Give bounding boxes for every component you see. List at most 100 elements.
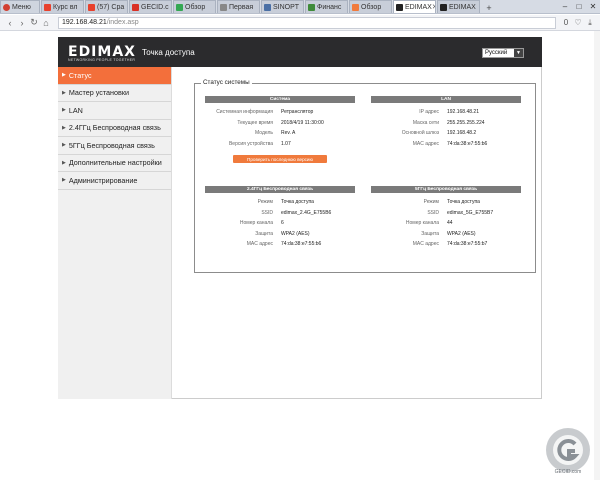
tab-label: Меню <box>12 3 31 11</box>
sidebar-item-label: 5ГГц Беспроводная связь <box>68 140 155 150</box>
row-value: 192.168.48.2 <box>447 130 477 136</box>
bullet-icon: ▶ <box>62 142 66 149</box>
language-value: Русский <box>485 50 508 56</box>
row-label: Номер канала <box>239 220 273 226</box>
tab-label: (57) Сра <box>97 3 125 11</box>
row-value: 1.07 <box>281 140 291 147</box>
tab-close-icon[interactable]: ✕ <box>432 3 435 11</box>
sidebar-item-advanced[interactable]: ▶ Дополнительные настройки <box>58 155 171 172</box>
minimize-icon[interactable]: – <box>558 0 572 12</box>
bullet-icon: ▶ <box>62 159 66 166</box>
row-label: IP адрес <box>419 109 439 115</box>
tab-favicon-icon <box>352 3 359 11</box>
bullet-icon: ▶ <box>62 124 66 131</box>
info-row: SSID edimax_2.4G_E755B6 <box>205 208 355 219</box>
browser-menu-tab[interactable]: Меню <box>0 0 40 13</box>
info-row: Версия устройства 1.07 <box>205 139 355 150</box>
tab-label: EDIMAX <box>405 3 432 11</box>
system-status-legend: Статус системы <box>201 79 252 86</box>
page-title: Точка доступа <box>142 48 195 57</box>
info-row: IP адрес 192.168.48.21 <box>371 107 521 118</box>
browser-tab[interactable]: Курс вл <box>41 0 84 13</box>
sidebar-item-lan[interactable]: ▶ LAN <box>58 102 171 120</box>
browser-tab[interactable]: Обзор <box>349 0 392 13</box>
row-label: SSID <box>427 209 439 216</box>
bullet-icon: ▶ <box>62 107 66 114</box>
row-label: Защита <box>255 230 273 237</box>
system-panel: Система Системная информация Ретранслято… <box>205 96 355 163</box>
row-value: edimax_2.4G_E755B6 <box>281 209 332 216</box>
row-value: 255.255.255.224 <box>447 119 485 126</box>
window-controls: – □ ✕ <box>558 0 600 12</box>
row-value: 6 <box>281 220 284 226</box>
info-row: Номер канала 6 <box>205 218 355 229</box>
maximize-icon[interactable]: □ <box>572 0 586 12</box>
url-input[interactable]: 192.168.48.21/index.asp <box>58 16 556 29</box>
sidebar-item-label: 2.4ГГц Беспроводная связь <box>68 123 161 133</box>
wireless-5-panel: 5ГГц Беспроводная связь Режим Точка дост… <box>371 186 521 250</box>
youtube-icon <box>132 3 139 11</box>
browser-tab[interactable]: SINOPT <box>261 0 304 13</box>
forward-icon[interactable]: › <box>16 18 28 28</box>
row-label: Системная информация <box>216 109 273 115</box>
tab-label: Первая <box>229 3 254 11</box>
browser-tab[interactable]: Первая <box>217 0 260 13</box>
download-icon[interactable]: ⤓ <box>584 18 596 28</box>
check-firmware-button[interactable]: Проверить последнюю версию <box>233 155 327 163</box>
tab-label: Курс вл <box>53 3 78 11</box>
info-row: Режим Точка доступа <box>205 197 355 208</box>
row-value: Ретранслятор <box>281 109 314 115</box>
browser-tab[interactable]: Обзор <box>173 0 216 13</box>
row-value: 2018/4/19 11:30:00 <box>281 119 324 126</box>
row-label: Маска сети <box>412 119 439 126</box>
back-icon[interactable]: ‹ <box>4 18 16 28</box>
lan-panel: LAN IP адрес 192.168.48.21 Маска сети 25… <box>371 96 521 149</box>
browser-tab[interactable]: EDIMAX <box>437 0 480 13</box>
sidebar-item-label: LAN <box>68 105 83 115</box>
logo-tagline: NETWORKING PEOPLE TOGETHER <box>68 58 136 62</box>
browser-tab[interactable]: (57) Сра <box>85 0 128 13</box>
browser-tab-active[interactable]: EDIMAX ✕ <box>393 0 436 13</box>
page-scrollbar[interactable] <box>594 31 600 480</box>
system-panel-header: Система <box>205 96 355 103</box>
address-bar: ‹ › ↻ ⌂ 192.168.48.21/index.asp 0 ♡ ⤓ <box>0 15 600 31</box>
sidebar-item-label: Статус <box>68 70 92 80</box>
row-label: SSID <box>261 209 273 216</box>
language-select[interactable]: Русский ▼ <box>482 48 524 58</box>
info-row: MAC адрес 74:da:38:e7:55:b7 <box>371 239 521 250</box>
tab-favicon-icon <box>88 3 95 11</box>
home-icon[interactable]: ⌂ <box>40 18 52 28</box>
sidebar-item-status[interactable]: ▶ Статус <box>58 67 171 85</box>
new-tab-button[interactable]: + <box>482 2 496 13</box>
heart-icon[interactable]: ♡ <box>572 18 584 27</box>
info-row: Основной шлюз 192.168.48.2 <box>371 128 521 139</box>
sidebar-item-wireless-24[interactable]: ▶ 2.4ГГц Беспроводная связь <box>58 120 171 137</box>
wireless-24-panel: 2.4ГГц Беспроводная связь Режим Точка до… <box>205 186 355 250</box>
tab-label: Финанс <box>317 3 342 11</box>
browser-tab[interactable]: Финанс <box>305 0 348 13</box>
edimax-favicon-icon <box>440 3 447 11</box>
info-row: SSID edimax_5G_E755B7 <box>371 208 521 219</box>
tab-label: GECID.c <box>141 3 169 11</box>
reload-icon[interactable]: ↻ <box>28 17 40 28</box>
info-row: MAC адрес 74:da:38:e7:55:b6 <box>205 239 355 250</box>
sidebar-item-wireless-5[interactable]: ▶ 5ГГц Беспроводная связь <box>58 137 171 155</box>
close-icon[interactable]: ✕ <box>586 0 600 12</box>
bullet-icon: ▶ <box>62 177 66 184</box>
browser-tab[interactable]: GECID.c <box>129 0 172 13</box>
wireless-5-panel-header: 5ГГц Беспроводная связь <box>371 186 521 193</box>
info-row: Маска сети 255.255.255.224 <box>371 118 521 129</box>
tab-favicon-icon <box>176 3 183 11</box>
sidebar-item-label: Администрирование <box>68 175 138 185</box>
row-value: WPA2 (AES) <box>447 230 476 237</box>
sidebar-item-administration[interactable]: ▶ Администрирование <box>58 172 171 190</box>
row-label: Режим <box>257 199 273 205</box>
row-label: Модель <box>255 130 273 136</box>
row-label: MAC адрес <box>412 241 439 247</box>
row-label: Защита <box>421 230 439 237</box>
row-value: 192.168.48.21 <box>447 109 479 115</box>
sidebar-item-setup-wizard[interactable]: ▶ Мастер установки <box>58 85 171 102</box>
info-row: Текущее время 2018/4/19 11:30:00 <box>205 118 355 129</box>
info-row: MAC адрес 74:da:38:e7:55:b6 <box>371 139 521 150</box>
lan-panel-header: LAN <box>371 96 521 103</box>
